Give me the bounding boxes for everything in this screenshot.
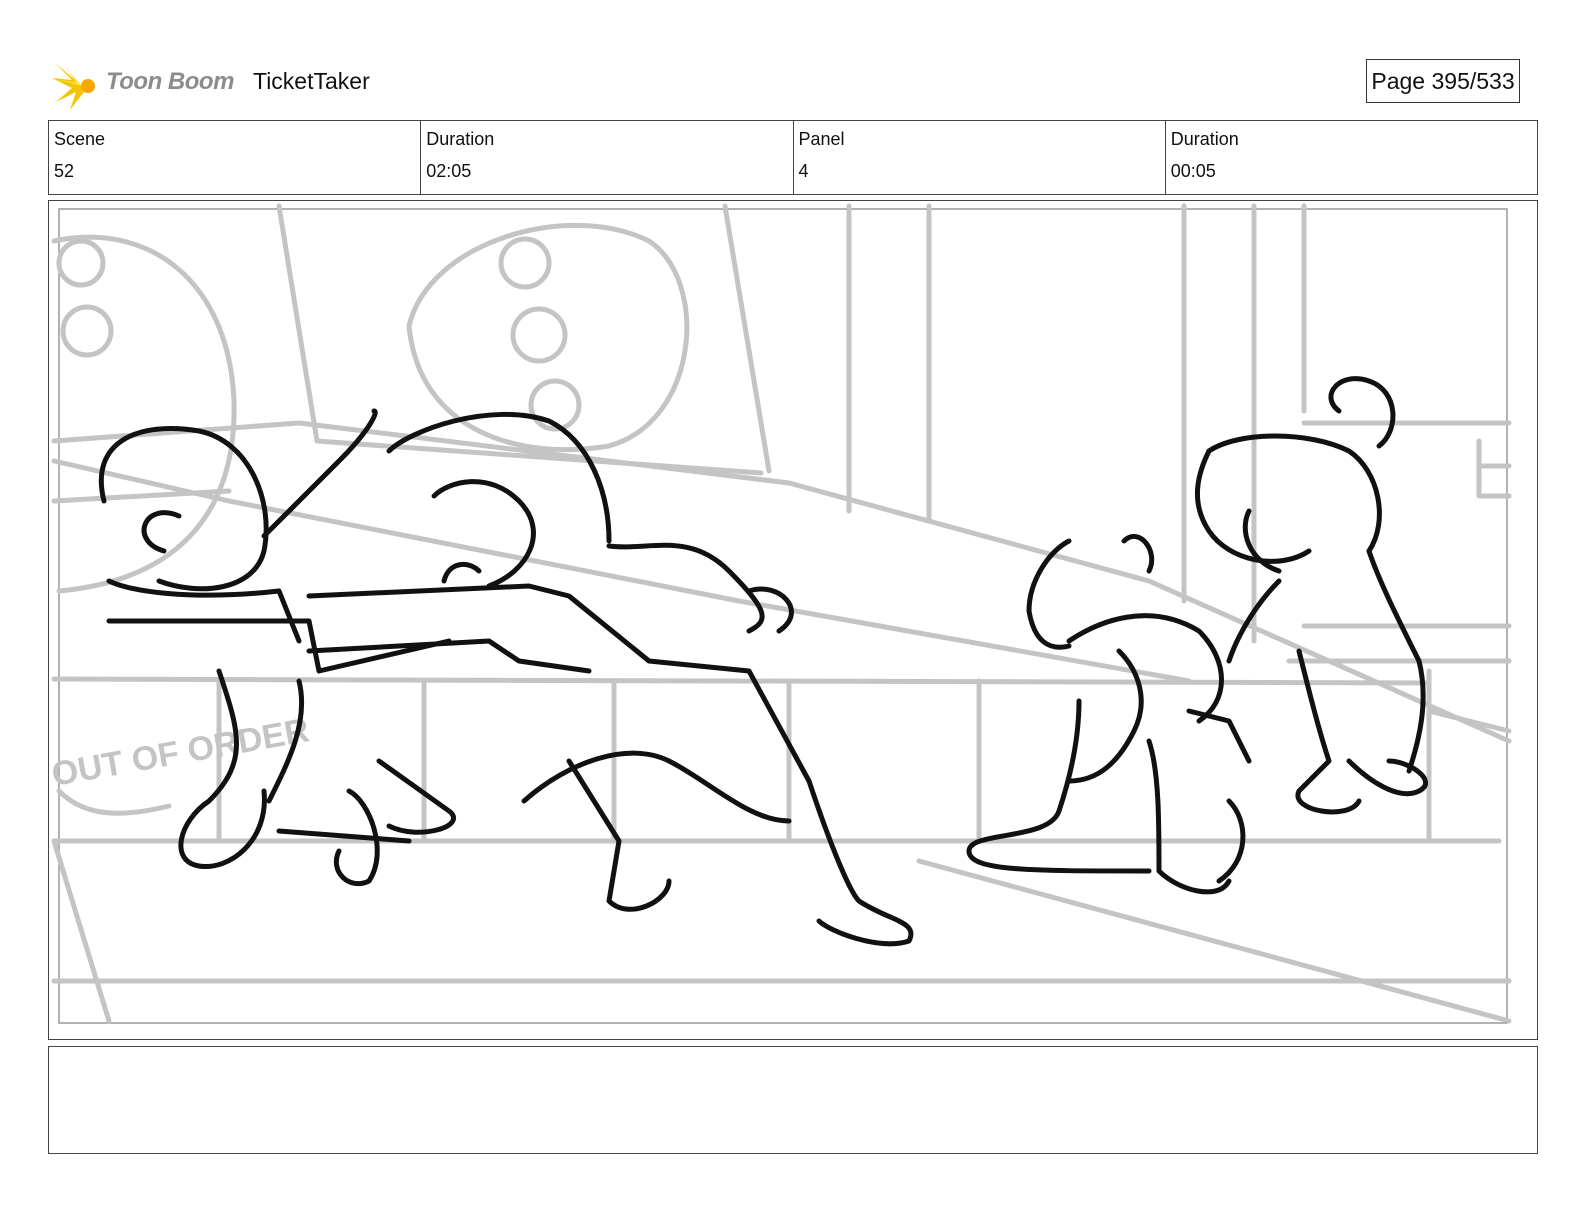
- scene-info-table: Scene 52 Duration 02:05 Panel 4 Duration…: [48, 120, 1538, 195]
- out-of-order-sign: OUT OF ORDER: [49, 711, 312, 794]
- scene-duration-cell: Duration 02:05: [421, 121, 794, 194]
- panel-cell: Panel 4: [794, 121, 1166, 194]
- panel-duration-value: 00:05: [1170, 161, 1216, 181]
- scene-label: Scene: [54, 129, 106, 149]
- panel-label: Panel: [798, 129, 845, 149]
- toon-boom-logo: Toon Boom: [52, 56, 242, 112]
- character-sketches: [98, 376, 1429, 947]
- panel-duration-cell: Duration 00:05: [1166, 121, 1537, 194]
- panel-sketch: OUT OF ORDER: [49, 203, 1512, 1024]
- panel-value: 4: [798, 161, 809, 181]
- scene-cell: Scene 52: [49, 121, 422, 194]
- page-number-box: Page 395/533: [1366, 59, 1520, 103]
- storyboard-header: Toon Boom TicketTaker Page 395/533: [48, 52, 1538, 112]
- logo-text: Toon Boom: [106, 68, 234, 95]
- starburst-logo-icon: [52, 62, 95, 110]
- background-layer: [51, 203, 1512, 1024]
- scene-duration-label: Duration: [426, 129, 495, 149]
- storyboard-panel: OUT OF ORDER: [48, 200, 1538, 1040]
- scene-value: 52: [54, 161, 75, 181]
- project-title: TicketTaker: [253, 68, 370, 94]
- panel-duration-label: Duration: [1170, 129, 1239, 149]
- safe-frame: [58, 208, 1508, 1024]
- scene-duration-value: 02:05: [426, 161, 472, 181]
- panel-notes-box: [48, 1046, 1538, 1154]
